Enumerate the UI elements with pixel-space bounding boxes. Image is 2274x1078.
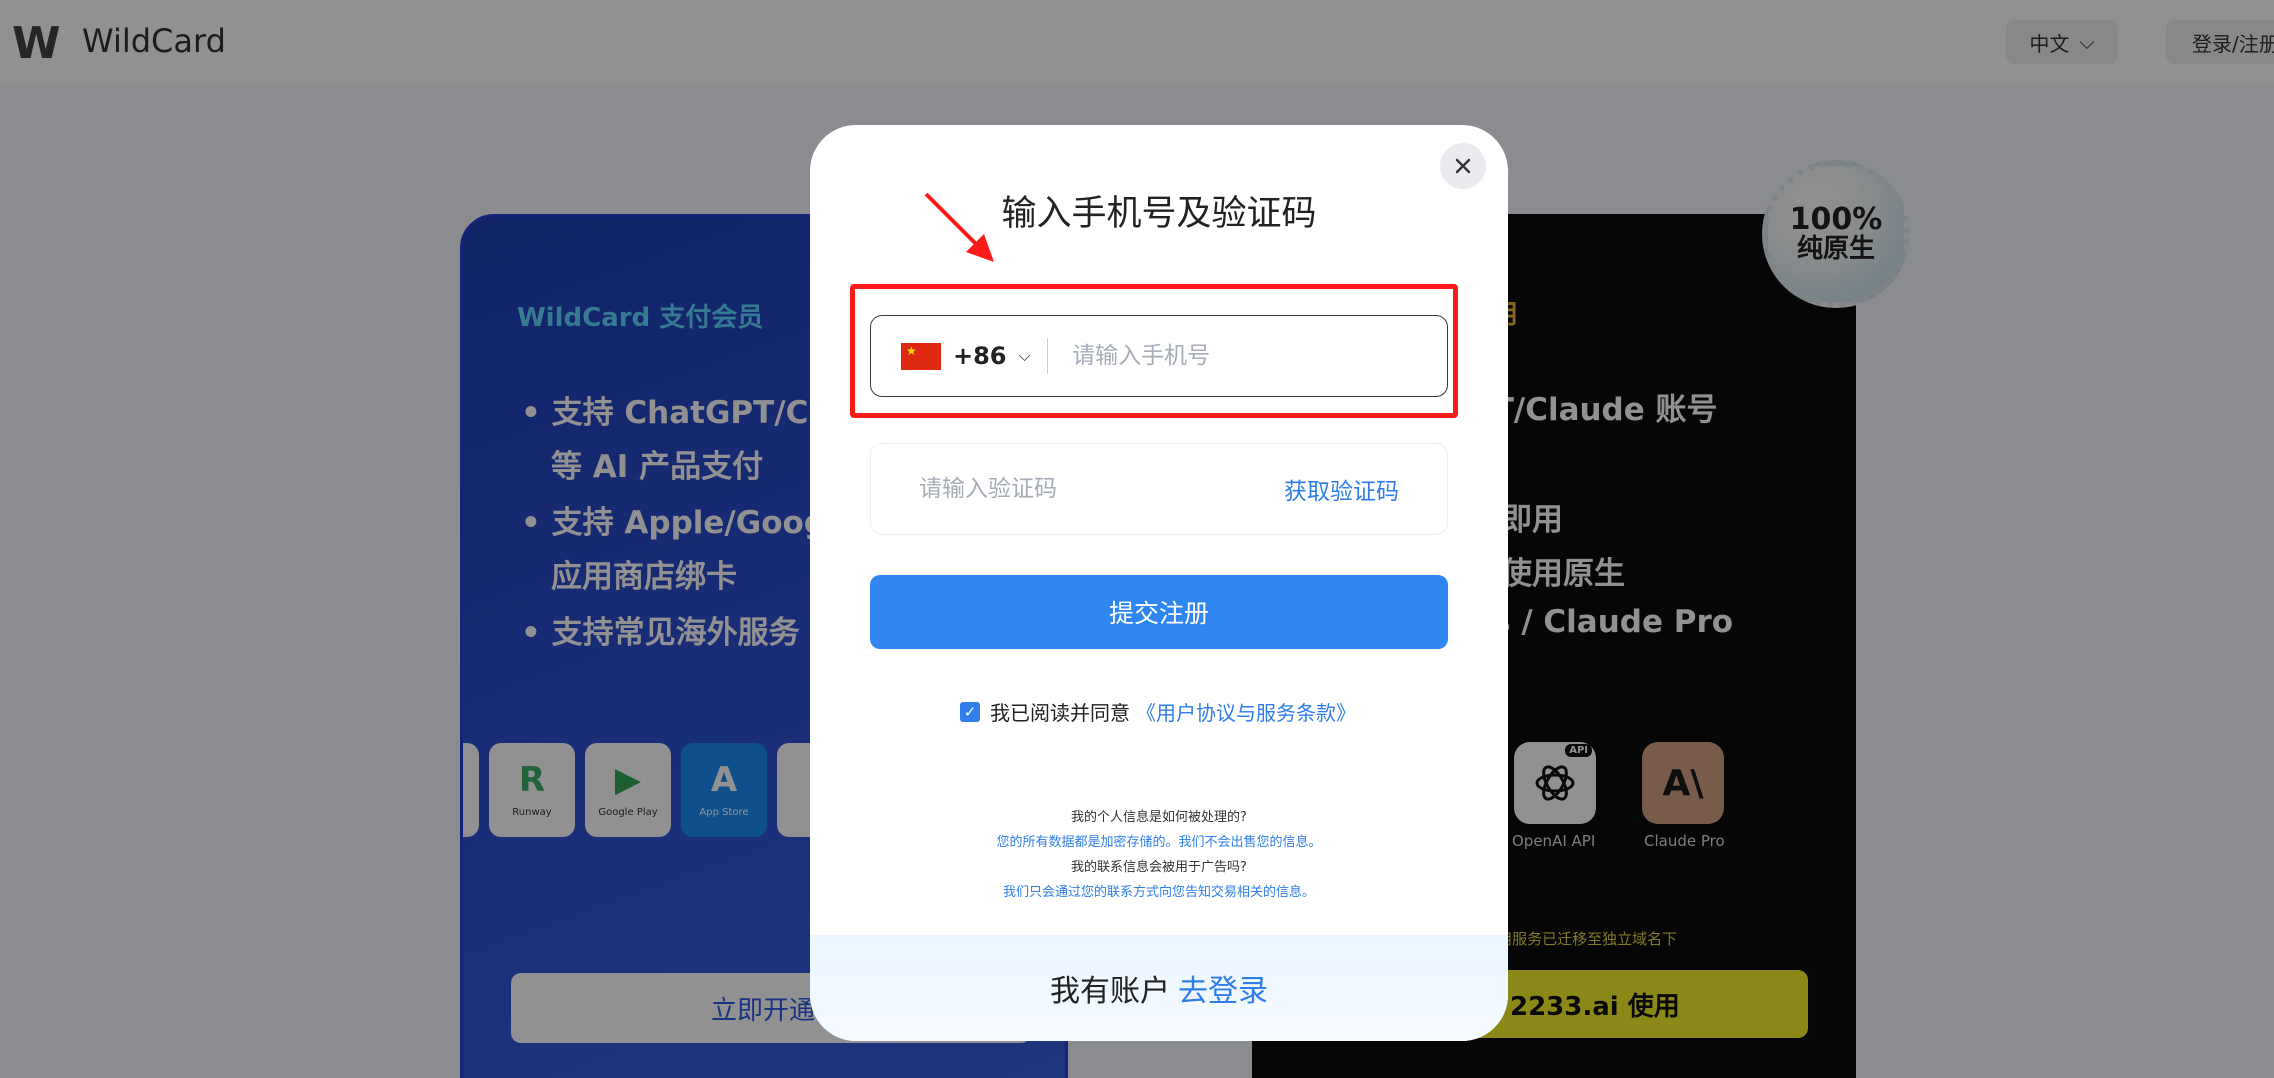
highlight-box	[850, 284, 1458, 418]
verification-code-input[interactable]	[919, 476, 1199, 502]
get-code-button[interactable]: 获取验证码	[1284, 472, 1399, 506]
faq-answer: 您的所有数据都是加密存储的。我们不会出售您的信息。	[996, 835, 1322, 850]
annotation-arrow-icon	[924, 192, 994, 262]
submit-register-button[interactable]: 提交注册	[870, 575, 1448, 649]
agree-text: 我已阅读并同意	[990, 701, 1130, 725]
modal-title: 输入手机号及验证码	[1001, 194, 1317, 234]
modal-footer: 我有账户 去登录	[810, 935, 1508, 1041]
go-login-link[interactable]: 去登录	[1178, 966, 1268, 1010]
faq-answer: 我们只会通过您的联系方式向您告知交易相关的信息。	[1002, 885, 1315, 900]
close-button[interactable]	[1440, 143, 1486, 189]
register-modal: 输入手机号及验证码 ★ +86 ⌵ 获取验证码 提交注册 ✓ 我已阅读并同意 《…	[810, 125, 1508, 1041]
have-account-text: 我有账户	[1050, 974, 1170, 1009]
agree-checkbox[interactable]: ✓	[960, 701, 980, 722]
verification-code-field: 获取验证码	[870, 443, 1448, 535]
faq-question: 我的个人信息是如何被处理的?	[1071, 810, 1247, 825]
close-icon	[1455, 158, 1471, 174]
terms-link[interactable]: 《用户协议与服务条款》	[1136, 697, 1356, 726]
privacy-faq: 我的个人信息是如何被处理的? 您的所有数据都是加密存储的。我们不会出售您的信息。…	[810, 805, 1508, 905]
faq-question: 我的联系信息会被用于广告吗?	[1071, 860, 1247, 875]
agreement-row: ✓ 我已阅读并同意 《用户协议与服务条款》	[960, 697, 1356, 726]
